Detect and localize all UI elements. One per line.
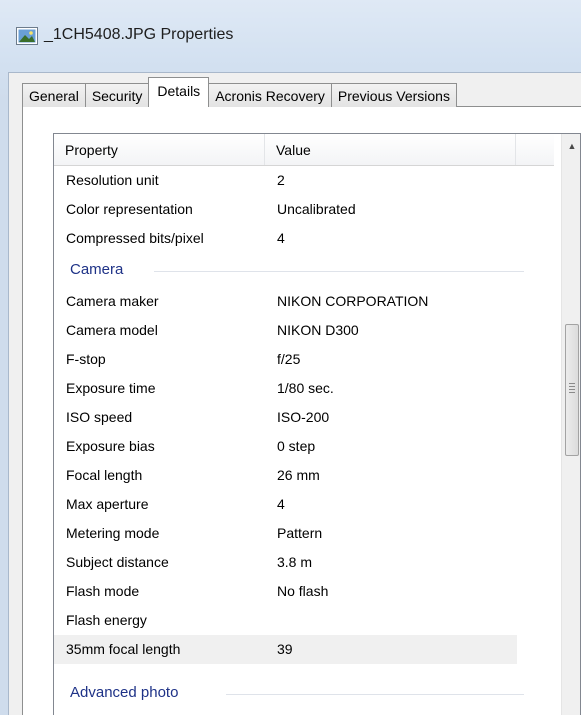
property-name: Camera model: [66, 322, 158, 338]
property-name: Focal length: [66, 467, 143, 483]
property-value: 39: [277, 641, 293, 657]
group-label: Advanced photo: [70, 684, 179, 701]
scroll-down-arrow-icon[interactable]: ▼: [562, 710, 580, 715]
list-item[interactable]: ISO speed ISO-200: [54, 403, 517, 432]
property-value: f/25: [277, 351, 301, 367]
group-divider: [226, 694, 524, 695]
property-name: 35mm focal length: [66, 641, 181, 657]
property-name: Subject distance: [66, 554, 169, 570]
list-item[interactable]: Flash energy: [54, 606, 517, 635]
list-item-selected[interactable]: 35mm focal length 39: [54, 635, 517, 664]
property-name: F-stop: [66, 351, 106, 367]
property-list[interactable]: Property Value Resolution unit 2 Color r…: [53, 133, 581, 715]
property-name: Compressed bits/pixel: [66, 230, 204, 246]
property-value: ISO-200: [277, 409, 330, 425]
group-heading-advanced-photo[interactable]: Advanced photo: [54, 678, 524, 708]
tab-general[interactable]: General: [22, 83, 86, 107]
tab-details[interactable]: Details: [148, 77, 210, 107]
property-value: 1/80 sec.: [277, 380, 334, 396]
property-value: 4: [277, 496, 285, 512]
property-value: Uncalibrated: [277, 201, 356, 217]
property-value: 26 mm: [277, 467, 320, 483]
list-item[interactable]: Focal length 26 mm: [54, 461, 517, 490]
tab-previous-versions[interactable]: Previous Versions: [330, 83, 457, 107]
list-item[interactable]: Metering mode Pattern: [54, 519, 517, 548]
image-file-icon: [16, 27, 38, 45]
column-header-property[interactable]: Property: [54, 134, 265, 165]
list-item[interactable]: Flash mode No flash: [54, 577, 517, 606]
property-value: No flash: [277, 583, 329, 599]
scroll-up-arrow-icon[interactable]: ▲: [562, 136, 580, 156]
property-name: Metering mode: [66, 525, 160, 541]
list-item[interactable]: Camera maker NIKON CORPORATION: [54, 287, 517, 316]
property-name: Flash energy: [66, 612, 147, 628]
list-item[interactable]: F-stop f/25: [54, 345, 517, 374]
tab-acronis-recovery[interactable]: Acronis Recovery: [208, 83, 332, 107]
list-header: Property Value: [54, 134, 554, 166]
list-item[interactable]: Color representation Uncalibrated: [54, 195, 517, 224]
group-divider: [154, 271, 524, 272]
property-name: Flash mode: [66, 583, 140, 599]
column-header-filler: [516, 134, 554, 165]
vertical-scrollbar[interactable]: ▲ ▼: [561, 134, 580, 715]
property-value: 0 step: [277, 438, 316, 454]
property-value: 3.8 m: [277, 554, 313, 570]
window-title: _1CH5408.JPG Properties: [44, 26, 234, 43]
list-item[interactable]: Exposure bias 0 step: [54, 432, 517, 461]
title-bar[interactable]: _1CH5408.JPG Properties: [0, 0, 581, 72]
list-item[interactable]: Resolution unit 2: [54, 166, 517, 195]
property-name: Camera maker: [66, 293, 159, 309]
list-item[interactable]: Max aperture 4: [54, 490, 517, 519]
property-name: Exposure bias: [66, 438, 155, 454]
property-name: Max aperture: [66, 496, 149, 512]
property-name: Resolution unit: [66, 172, 159, 188]
property-value: 4: [277, 230, 285, 246]
property-value: NIKON D300: [277, 322, 359, 338]
group-heading-camera[interactable]: Camera: [54, 255, 524, 285]
tab-security[interactable]: Security: [84, 83, 150, 107]
property-value: 2: [277, 172, 285, 188]
column-header-value[interactable]: Value: [265, 134, 516, 165]
grip-icon: [569, 383, 575, 394]
property-name: Color representation: [66, 201, 193, 217]
property-value: NIKON CORPORATION: [277, 293, 429, 309]
group-label: Camera: [70, 261, 124, 278]
scroll-thumb[interactable]: [565, 324, 579, 456]
tab-strip: General Security Details Acronis Recover…: [22, 77, 457, 107]
list-item[interactable]: Compressed bits/pixel 4: [54, 224, 517, 253]
property-name: ISO speed: [66, 409, 133, 425]
list-item[interactable]: Exposure time 1/80 sec.: [54, 374, 517, 403]
list-item[interactable]: Camera model NIKON D300: [54, 316, 517, 345]
list-item[interactable]: Subject distance 3.8 m: [54, 548, 517, 577]
property-name: Exposure time: [66, 380, 156, 396]
properties-window: _1CH5408.JPG Properties General Security…: [0, 0, 581, 715]
property-value: Pattern: [277, 525, 323, 541]
